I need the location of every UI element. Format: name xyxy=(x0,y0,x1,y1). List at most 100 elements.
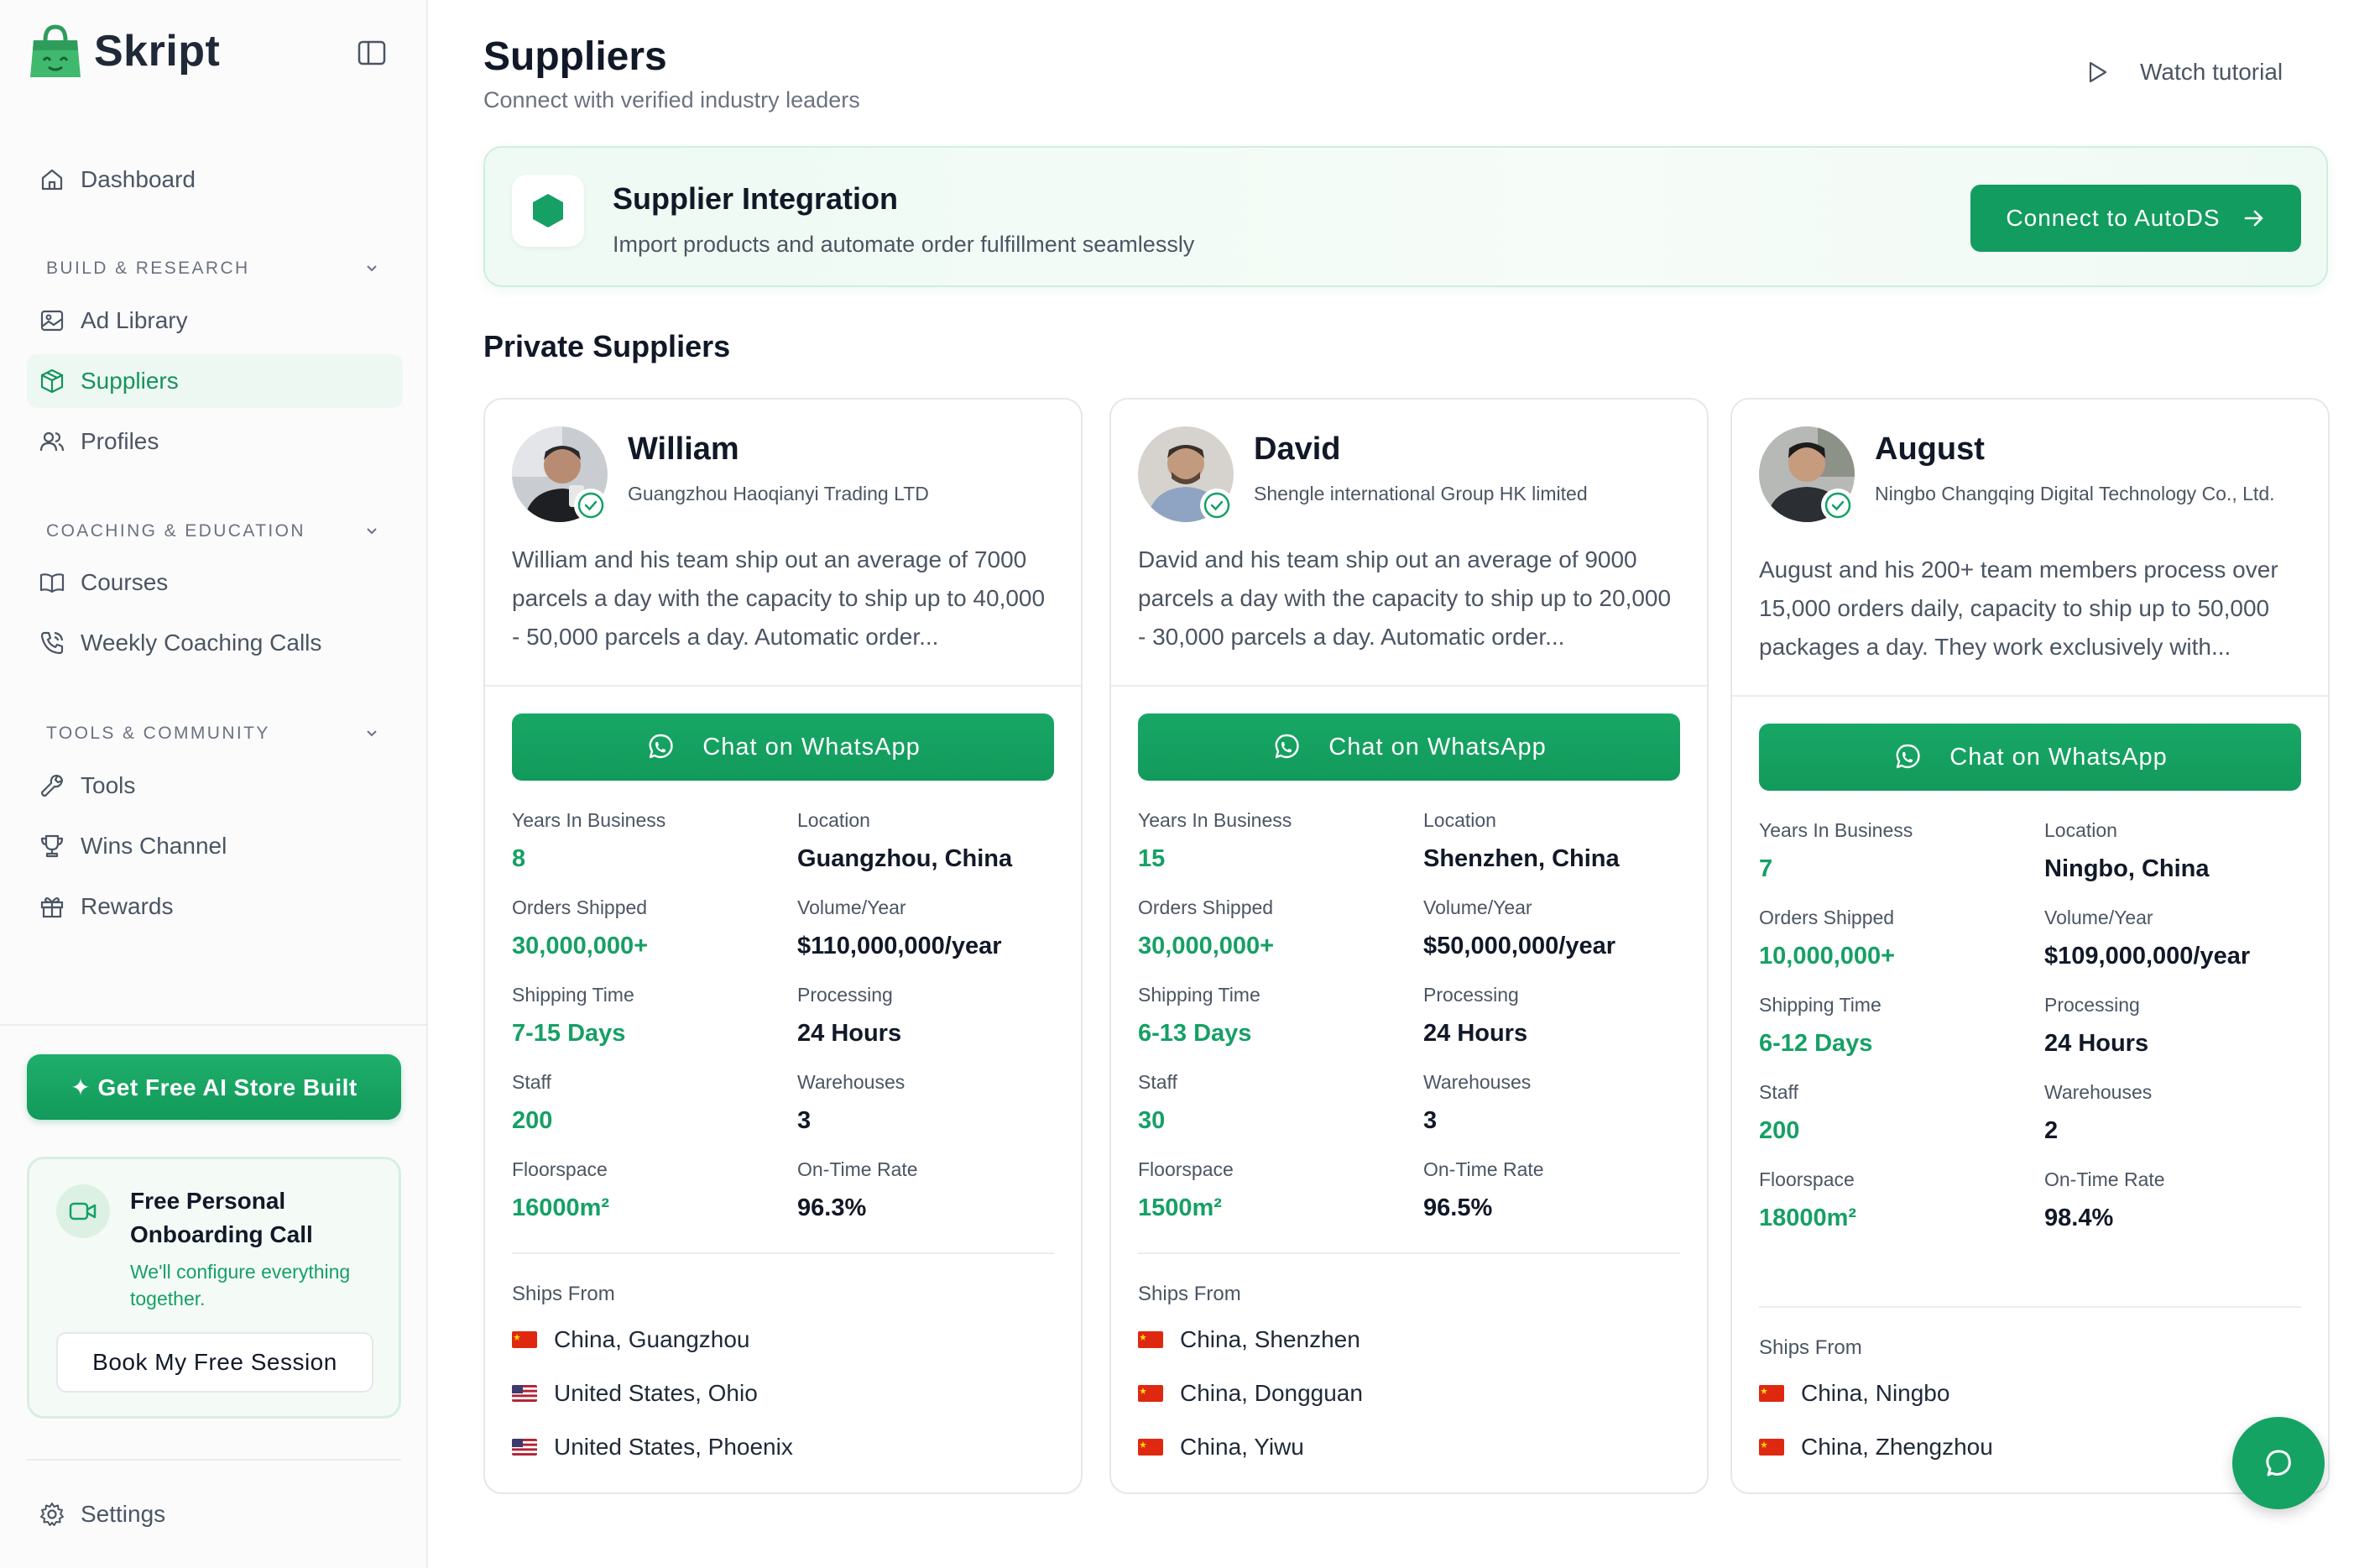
chat-whatsapp-button[interactable]: Chat on WhatsApp xyxy=(512,713,1054,781)
stat-volume-year: Volume/Year $109,000,000/year xyxy=(2044,907,2250,970)
stat-value: 24 Hours xyxy=(2044,1030,2149,1057)
watch-tutorial-label: Watch tutorial xyxy=(2140,59,2283,85)
cn-flag-icon xyxy=(512,1331,537,1348)
stat-years-in-business: Years In Business 15 xyxy=(1138,809,1292,873)
sidebar-item-dashboard[interactable]: Dashboard xyxy=(27,153,403,206)
sidebar-item-label: Tools xyxy=(81,772,136,798)
stat-on-time-rate: On-Time Rate 98.4% xyxy=(2044,1168,2165,1232)
sidebar-item-label: Settings xyxy=(81,1501,166,1527)
supplier-card-david: David Shengle international Group HK lim… xyxy=(1109,398,1709,1494)
section-tools-community[interactable]: TOOLS & COMMUNITY xyxy=(46,724,382,744)
ships-from-place: China, Dongguan xyxy=(1180,1380,1363,1406)
stat-label: Shipping Time xyxy=(1759,994,1882,1016)
stat-warehouses: Warehouses 2 xyxy=(2044,1081,2152,1145)
sidebar-item-label: Wins Channel xyxy=(81,833,227,859)
verified-check-icon xyxy=(574,489,608,522)
stat-staff: Staff 200 xyxy=(1759,1081,1799,1145)
sidebar-item-wins-channel[interactable]: Wins Channel xyxy=(27,819,403,873)
supplier-name: August xyxy=(1875,431,1985,467)
book-session-button[interactable]: Book My Free Session xyxy=(56,1332,373,1393)
supplier-company: Guangzhou Haoqianyi Trading LTD xyxy=(628,483,929,504)
sidebar-item-courses[interactable]: Courses xyxy=(27,556,403,609)
stat-label: Years In Business xyxy=(512,809,666,831)
ships-from-place: China, Guangzhou xyxy=(554,1326,750,1352)
sidebar-item-label: Suppliers xyxy=(81,368,179,394)
stat-value: 30,000,000+ xyxy=(1138,933,1275,959)
book-open-icon xyxy=(39,573,65,593)
package-icon xyxy=(40,368,64,394)
chat-whatsapp-label: Chat on WhatsApp xyxy=(1949,743,2168,771)
sidebar-item-label: Rewards xyxy=(81,893,174,919)
stat-label: Processing xyxy=(797,984,893,1006)
play-icon xyxy=(2089,61,2107,83)
hexagon-icon xyxy=(512,175,584,247)
stat-value: 24 Hours xyxy=(797,1020,902,1047)
sidebar-toggle-icon[interactable] xyxy=(358,40,386,65)
stat-value: Shenzhen, China xyxy=(1423,845,1620,872)
card-divider xyxy=(512,1252,1054,1254)
chat-whatsapp-button[interactable]: Chat on WhatsApp xyxy=(1759,724,2301,791)
arrow-right-icon xyxy=(2244,210,2263,227)
card-divider xyxy=(1138,1252,1680,1254)
ships-from-item: United States, Phoenix xyxy=(512,1434,793,1461)
stat-orders-shipped: Orders Shipped 30,000,000+ xyxy=(512,896,648,960)
shopping-bag-logo-icon xyxy=(30,24,81,77)
ships-from-label: Ships From xyxy=(1138,1283,1241,1305)
sidebar-item-suppliers[interactable]: Suppliers xyxy=(27,354,403,408)
get-ai-store-button[interactable]: ✦ Get Free AI Store Built xyxy=(27,1054,401,1120)
verified-check-icon xyxy=(1821,489,1855,522)
stat-value: 200 xyxy=(512,1107,553,1134)
stat-value: 98.4% xyxy=(2044,1205,2114,1231)
sidebar-item-weekly-coaching-calls[interactable]: Weekly Coaching Calls xyxy=(27,616,403,670)
stat-label: Shipping Time xyxy=(1138,984,1260,1006)
stat-years-in-business: Years In Business 8 xyxy=(512,809,665,873)
stat-value: 6-12 Days xyxy=(1759,1030,1873,1057)
onboarding-card: Free Personal Onboarding Call We'll conf… xyxy=(27,1157,401,1419)
sidebar-item-tools[interactable]: Tools xyxy=(27,759,403,813)
sidebar-item-profiles[interactable]: Profiles xyxy=(27,415,403,468)
sidebar-item-label: Ad Library xyxy=(81,307,188,333)
chat-bubble-icon xyxy=(2266,1450,2291,1477)
stat-value: 96.3% xyxy=(797,1194,867,1221)
stat-location: Location Shenzhen, China xyxy=(1423,809,1620,873)
cn-flag-icon xyxy=(1759,1439,1784,1456)
stat-label: Volume/Year xyxy=(797,896,906,918)
stat-processing: Processing 24 Hours xyxy=(797,984,901,1048)
ships-from-place: China, Zhengzhou xyxy=(1801,1434,1993,1460)
sidebar-item-label: Profiles xyxy=(81,428,159,454)
ships-from-label: Ships From xyxy=(1759,1336,1862,1359)
trophy-icon xyxy=(40,834,64,858)
stat-label: Floorspace xyxy=(1759,1168,1855,1190)
section-coaching-education[interactable]: COACHING & EDUCATION xyxy=(46,521,382,541)
section-build-research[interactable]: BUILD & RESEARCH xyxy=(46,259,382,279)
whatsapp-icon xyxy=(649,734,673,759)
stat-value: 2 xyxy=(2044,1117,2059,1144)
stat-value: $50,000,000/year xyxy=(1423,933,1615,959)
watch-tutorial-button[interactable]: Watch tutorial xyxy=(2085,59,2283,86)
supplier-name: David xyxy=(1254,431,1341,467)
sidebar-item-ad-library[interactable]: Ad Library xyxy=(27,294,403,348)
sidebar-item-settings[interactable]: Settings xyxy=(27,1487,403,1541)
page-subtitle: Connect with verified industry leaders xyxy=(483,87,860,112)
card-divider xyxy=(1732,695,2328,697)
brand[interactable]: Skript xyxy=(29,22,220,81)
stat-label: On-Time Rate xyxy=(2044,1168,2165,1190)
chat-whatsapp-button[interactable]: Chat on WhatsApp xyxy=(1138,713,1680,781)
sidebar-item-rewards[interactable]: Rewards xyxy=(27,880,403,933)
connect-autods-button[interactable]: Connect to AutoDS xyxy=(1970,185,2301,252)
users-icon xyxy=(39,431,65,452)
stat-years-in-business: Years In Business 7 xyxy=(1759,819,1913,883)
stat-shipping-time: Shipping Time 6-13 Days xyxy=(1138,984,1260,1048)
stat-value: $109,000,000/year xyxy=(2044,943,2251,970)
stat-value: 6-13 Days xyxy=(1138,1020,1252,1047)
chevron-down-icon xyxy=(367,528,377,535)
stat-label: Location xyxy=(797,809,870,831)
stat-label: Staff xyxy=(1138,1071,1177,1093)
stat-shipping-time: Shipping Time 7-15 Days xyxy=(512,984,634,1048)
chat-support-button[interactable] xyxy=(2232,1417,2325,1509)
stat-value: 1500m² xyxy=(1138,1194,1222,1221)
ships-from-place: China, Yiwu xyxy=(1180,1434,1304,1460)
stat-value: 3 xyxy=(1423,1107,1438,1134)
chat-whatsapp-label: Chat on WhatsApp xyxy=(1328,733,1547,760)
stat-shipping-time: Shipping Time 6-12 Days xyxy=(1759,994,1882,1058)
